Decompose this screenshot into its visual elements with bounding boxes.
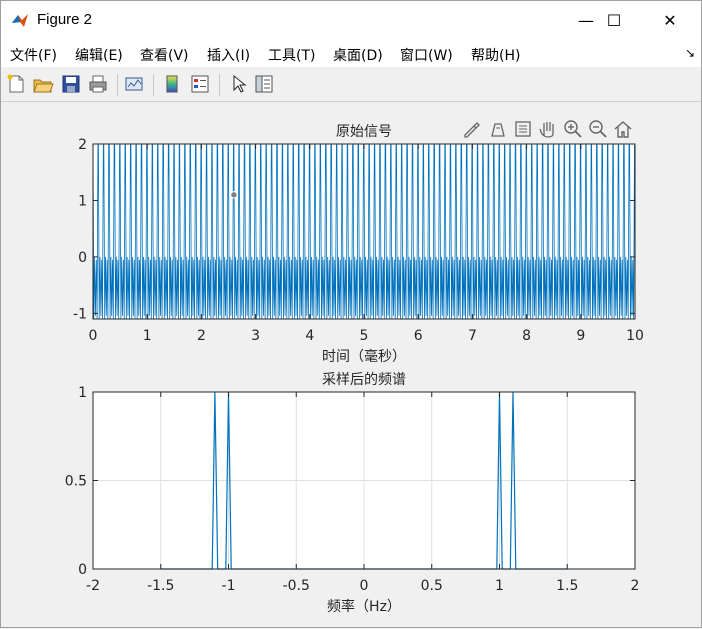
menu-bar: 文件(F) 编辑(E) 查看(V) 插入(I) 工具(T) 桌面(D) 窗口(W…: [1, 39, 701, 67]
brush-icon[interactable]: [462, 119, 482, 139]
maximize-button[interactable]: ☐: [591, 1, 637, 39]
insert-colorbar-icon[interactable]: [161, 73, 183, 95]
y-tick-label: 1: [78, 193, 87, 209]
title-bar: Figure 2 — ☐ ✕: [1, 1, 701, 39]
x-axis-label: 频率（Hz）: [327, 598, 401, 615]
toolbar-separator: [117, 74, 118, 96]
home-icon[interactable]: [613, 119, 633, 139]
link-plot-icon[interactable]: [123, 73, 145, 95]
x-tick-label: 1.5: [556, 578, 578, 594]
x-tick-label: 2: [197, 328, 206, 344]
menu-edit[interactable]: 编辑(E): [75, 45, 123, 65]
chart-title: 采样后的频谱: [322, 372, 406, 388]
x-tick-label: 2: [631, 578, 640, 594]
y-tick-label: 2: [78, 137, 87, 153]
menu-desktop[interactable]: 桌面(D): [333, 45, 383, 65]
dock-arrow-icon[interactable]: ↘: [685, 46, 695, 60]
x-tick-label: 6: [414, 328, 423, 344]
x-tick-label: 0: [360, 578, 369, 594]
close-icon: ✕: [663, 10, 677, 30]
x-tick-label: -2: [86, 578, 100, 594]
edit-plot-icon[interactable]: [227, 73, 249, 95]
y-tick-label: 0.5: [65, 474, 87, 490]
new-figure-icon[interactable]: [5, 73, 27, 95]
data-tips-icon[interactable]: [488, 119, 508, 139]
x-tick-label: 8: [522, 328, 531, 344]
menu-window[interactable]: 窗口(W): [400, 45, 453, 65]
signal-line-series: [93, 144, 635, 319]
y-tick-label: 1: [78, 385, 87, 401]
menu-tools[interactable]: 工具(T): [268, 45, 315, 65]
toolbar-separator: [219, 74, 220, 96]
x-tick-label: 5: [360, 328, 369, 344]
axes-box: [92, 143, 636, 320]
datatip-marker: [230, 191, 238, 199]
x-tick-label: 0: [89, 328, 98, 344]
y-tick-label: -1: [73, 306, 87, 322]
window-title: Figure 2: [37, 11, 93, 28]
zoom-out-icon[interactable]: [588, 119, 608, 139]
axes-box: [92, 391, 636, 570]
close-button[interactable]: ✕: [647, 1, 693, 39]
menu-file[interactable]: 文件(F): [10, 45, 57, 65]
toolbar-separator: [153, 74, 154, 96]
x-axis-label: 时间（毫秒）: [322, 348, 406, 365]
x-tick-label: -1.5: [147, 578, 174, 594]
print-icon[interactable]: [87, 73, 109, 95]
y-tick-label: 0: [78, 250, 87, 266]
figure-window: Figure 2 — ☐ ✕ 文件(F) 编辑(E) 查看(V) 插入(I) 工…: [0, 0, 702, 628]
insert-legend-icon[interactable]: [189, 73, 211, 95]
property-inspector-icon[interactable]: [253, 73, 275, 95]
menu-help[interactable]: 帮助(H): [471, 45, 520, 65]
plot-area: [93, 144, 635, 319]
zoom-in-icon[interactable]: [563, 119, 583, 139]
spectrum-line-series: [160, 391, 568, 570]
save-icon[interactable]: [60, 73, 82, 95]
restore-view-icon[interactable]: [513, 119, 533, 139]
menu-insert[interactable]: 插入(I): [207, 45, 250, 65]
y-tick-label: 0: [78, 562, 87, 578]
x-tick-label: -1: [222, 578, 236, 594]
menu-view[interactable]: 查看(V): [140, 45, 189, 65]
plot-area: [93, 392, 635, 569]
x-tick-label: 1: [495, 578, 504, 594]
x-tick-label: 4: [305, 328, 314, 344]
matlab-logo-icon: [12, 14, 28, 27]
x-tick-label: 10: [626, 328, 644, 344]
chart-title: 原始信号: [336, 124, 392, 140]
x-tick-label: 3: [251, 328, 260, 344]
pan-icon[interactable]: [538, 119, 558, 139]
x-tick-label: 0.5: [421, 578, 443, 594]
open-file-icon[interactable]: [32, 73, 54, 95]
x-tick-label: -0.5: [283, 578, 310, 594]
figure-toolbar: [1, 69, 701, 102]
x-tick-label: 9: [576, 328, 585, 344]
x-tick-label: 1: [143, 328, 152, 344]
maximize-icon: ☐: [606, 10, 622, 30]
x-tick-label: 7: [468, 328, 477, 344]
